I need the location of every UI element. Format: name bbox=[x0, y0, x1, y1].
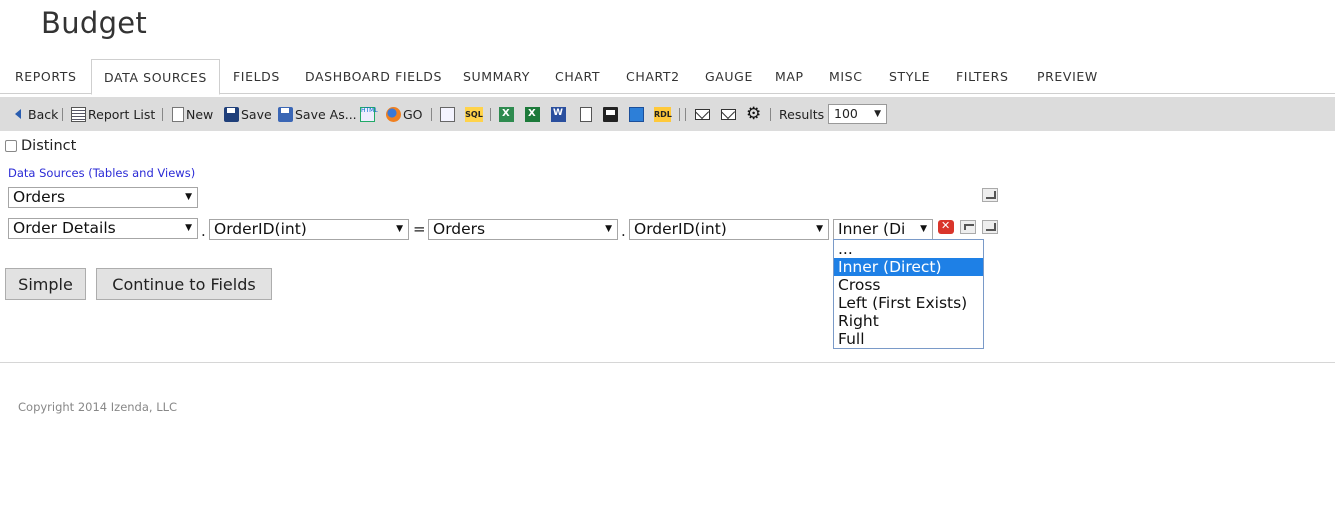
join-option[interactable]: Left (First Exists) bbox=[834, 294, 983, 312]
report-list-button[interactable]: Report List bbox=[71, 97, 155, 131]
join-type-select[interactable]: Inner (Di ▼ bbox=[833, 219, 933, 240]
tab-data-sources[interactable]: DATA SOURCES bbox=[91, 59, 220, 95]
tab-dashboard-fields[interactable]: DASHBOARD FIELDS bbox=[305, 59, 442, 94]
word-icon bbox=[551, 106, 566, 122]
chevron-down-icon: ▼ bbox=[816, 224, 823, 234]
tab-style[interactable]: STYLE bbox=[889, 59, 930, 94]
gear-icon: ⚙ bbox=[746, 103, 762, 124]
page-icon bbox=[580, 106, 592, 122]
footer-divider bbox=[0, 362, 1335, 363]
tab-chart2[interactable]: CHART2 bbox=[626, 59, 680, 94]
export-word-button[interactable] bbox=[551, 97, 568, 131]
join-option[interactable]: Right bbox=[834, 312, 983, 330]
print-button[interactable] bbox=[603, 97, 620, 131]
excel-icon bbox=[525, 106, 540, 122]
dot-separator: . bbox=[201, 222, 206, 240]
back-arrow-icon bbox=[15, 109, 21, 119]
move-up-icon[interactable] bbox=[960, 220, 976, 234]
continue-to-fields-button[interactable]: Continue to Fields bbox=[96, 268, 272, 300]
join-option[interactable]: Cross bbox=[834, 276, 983, 294]
firefox-icon bbox=[386, 106, 401, 122]
join-right-table-select[interactable]: Orders ▼ bbox=[428, 219, 618, 240]
rdl-button[interactable]: RDL bbox=[654, 97, 673, 131]
chevron-down-icon: ▼ bbox=[396, 224, 403, 234]
toolbar: Back Report List New Save Save As... HTM… bbox=[0, 97, 1335, 131]
tab-reports[interactable]: REPORTS bbox=[15, 59, 77, 94]
save-as-disk-icon bbox=[278, 106, 293, 122]
results-label: Results bbox=[779, 106, 825, 122]
toolbar-divider bbox=[431, 108, 432, 121]
join-option[interactable]: ... bbox=[834, 240, 983, 258]
csv-icon bbox=[499, 106, 514, 122]
join-right-field-select[interactable]: OrderID(int) ▼ bbox=[629, 219, 829, 240]
report-list-icon bbox=[71, 106, 86, 122]
chevron-down-icon: ▼ bbox=[874, 109, 881, 119]
save-button[interactable]: Save bbox=[224, 97, 272, 131]
mail-icon bbox=[695, 108, 710, 120]
chevron-down-icon: ▼ bbox=[605, 224, 612, 234]
tab-gauge[interactable]: GAUGE bbox=[705, 59, 753, 94]
export-xml-button[interactable] bbox=[629, 97, 646, 131]
toolbar-divider bbox=[62, 108, 63, 121]
query-button[interactable] bbox=[440, 97, 457, 131]
tab-fields[interactable]: FIELDS bbox=[233, 59, 280, 94]
primary-table-select[interactable]: Orders ▼ bbox=[8, 187, 198, 208]
chevron-down-icon: ▼ bbox=[185, 192, 192, 202]
simple-button[interactable]: Simple bbox=[5, 268, 86, 300]
tab-misc[interactable]: MISC bbox=[829, 59, 863, 94]
xml-icon bbox=[629, 106, 644, 122]
join-option[interactable]: Full bbox=[834, 330, 983, 348]
tab-chart[interactable]: CHART bbox=[555, 59, 600, 94]
new-document-icon bbox=[172, 106, 184, 122]
join-option-selected[interactable]: Inner (Direct) bbox=[834, 258, 983, 276]
toolbar-divider bbox=[685, 108, 686, 121]
new-button[interactable]: New bbox=[172, 97, 213, 131]
email-button[interactable] bbox=[695, 97, 712, 131]
equals-operator: = bbox=[413, 220, 426, 238]
toolbar-divider bbox=[770, 108, 771, 121]
add-join-icon[interactable] bbox=[982, 188, 998, 202]
html-view-button[interactable]: HTML bbox=[360, 97, 378, 131]
query-icon bbox=[440, 106, 455, 122]
copyright-text: Copyright 2014 Izenda, LLC bbox=[18, 400, 178, 414]
results-select[interactable]: 100 ▼ bbox=[828, 104, 887, 124]
sql-button[interactable]: SQL bbox=[465, 97, 485, 131]
rdl-icon: RDL bbox=[654, 106, 672, 122]
distinct-checkbox[interactable] bbox=[5, 140, 17, 152]
join-type-dropdown: ... Inner (Direct) Cross Left (First Exi… bbox=[833, 239, 984, 349]
settings-button[interactable]: ⚙ bbox=[746, 97, 765, 131]
toolbar-divider bbox=[162, 108, 163, 121]
chevron-down-icon: ▼ bbox=[920, 224, 927, 234]
back-button[interactable]: Back bbox=[15, 97, 58, 131]
add-join-icon[interactable] bbox=[982, 220, 998, 234]
sql-icon: SQL bbox=[465, 106, 483, 122]
toolbar-divider bbox=[490, 108, 491, 121]
tab-bar: REPORTS DATA SOURCES FIELDS DASHBOARD FI… bbox=[0, 59, 1335, 95]
print-icon bbox=[603, 106, 618, 122]
export-pdf-button[interactable] bbox=[580, 97, 594, 131]
data-sources-label: Data Sources (Tables and Views) bbox=[8, 166, 196, 180]
distinct-label: Distinct bbox=[21, 138, 77, 154]
delete-join-icon[interactable] bbox=[938, 219, 954, 234]
tab-summary[interactable]: SUMMARY bbox=[463, 59, 530, 94]
page-title: Budget bbox=[41, 6, 148, 40]
tab-preview[interactable]: PREVIEW bbox=[1037, 59, 1098, 94]
tab-map[interactable]: MAP bbox=[775, 59, 804, 94]
tab-filters[interactable]: FILTERS bbox=[956, 59, 1008, 94]
join-left-field-select[interactable]: OrderID(int) ▼ bbox=[209, 219, 409, 240]
save-as-button[interactable]: Save As... bbox=[278, 97, 357, 131]
chevron-down-icon: ▼ bbox=[185, 223, 192, 233]
go-button[interactable]: GO bbox=[386, 97, 423, 131]
join-table-select[interactable]: Order Details ▼ bbox=[8, 218, 198, 239]
html-icon: HTML bbox=[360, 106, 378, 122]
export-excel-button[interactable] bbox=[525, 97, 542, 131]
save-disk-icon bbox=[224, 106, 239, 122]
mail-icon bbox=[721, 108, 736, 120]
dot-separator: . bbox=[621, 222, 626, 240]
toolbar-divider bbox=[679, 108, 680, 121]
email-schedule-button[interactable] bbox=[721, 97, 738, 131]
export-csv-button[interactable] bbox=[499, 97, 516, 131]
